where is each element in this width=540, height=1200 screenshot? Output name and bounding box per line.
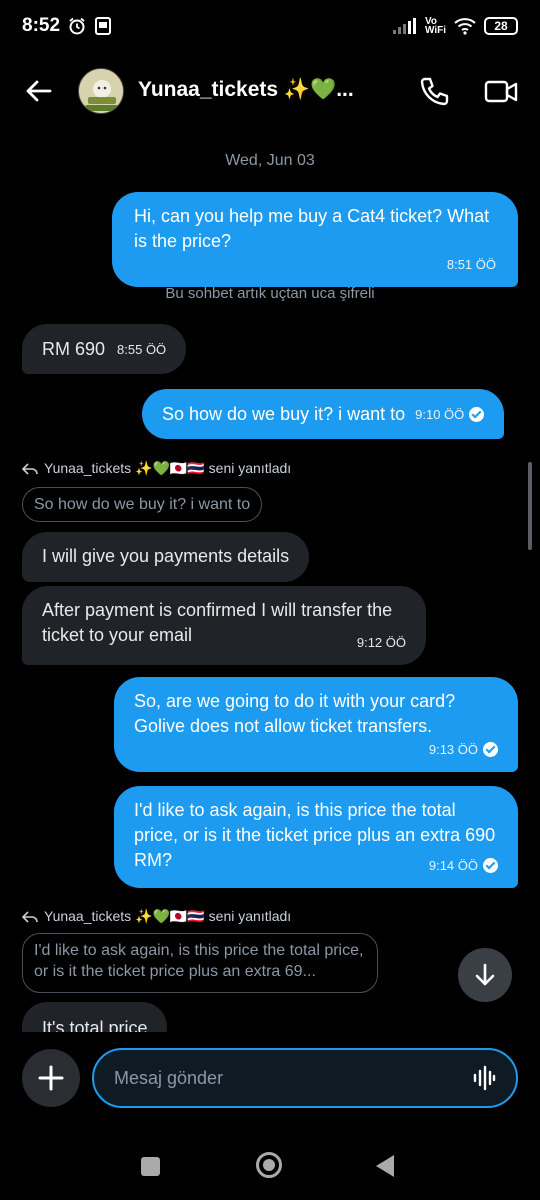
message-text: It's total price xyxy=(42,1018,148,1032)
message-time: 8:55 ÖÖ xyxy=(117,341,167,357)
battery-icon: 28 xyxy=(484,17,518,35)
recents-button[interactable] xyxy=(141,1157,160,1176)
message-bubble-incoming[interactable]: It's total price xyxy=(22,1002,168,1032)
waveform-icon[interactable] xyxy=(472,1065,496,1091)
message-input-container[interactable] xyxy=(92,1048,518,1108)
reply-arrow-icon xyxy=(22,462,38,475)
message-time: 9:14 ÖÖ xyxy=(428,858,478,873)
back-button[interactable] xyxy=(376,1155,394,1177)
message-time: 9:10 ÖÖ xyxy=(415,406,465,422)
phone-icon[interactable] xyxy=(418,76,450,108)
scroll-to-bottom-button[interactable] xyxy=(458,948,512,1002)
message-bubble-outgoing[interactable]: So, are we going to do it with your card… xyxy=(114,677,518,772)
message-composer xyxy=(0,1046,540,1110)
message-bubble-incoming[interactable]: RM 690 8:55 ÖÖ xyxy=(22,324,187,374)
alarm-icon xyxy=(68,17,86,35)
message-text: Hi, can you help me buy a Cat4 ticket? W… xyxy=(134,206,490,251)
seen-check-icon xyxy=(483,742,498,757)
back-arrow-icon[interactable] xyxy=(22,74,56,108)
message-bubble-outgoing[interactable]: Hi, can you help me buy a Cat4 ticket? W… xyxy=(112,192,518,287)
wifi-icon xyxy=(454,17,476,35)
message-list[interactable]: Wed, Jun 03 Hi, can you help me buy a Ca… xyxy=(0,140,540,1032)
scrollbar[interactable] xyxy=(528,462,532,550)
message-bubble-incoming[interactable]: After payment is confirmed I will transf… xyxy=(22,586,426,665)
status-bar: 8:52 Vo WiFi 28 xyxy=(0,0,540,52)
video-camera-icon[interactable] xyxy=(484,78,518,106)
message-bubble-outgoing[interactable]: So how do we buy it? i want to 9:10 ÖÖ xyxy=(142,389,505,439)
message-time: 9:13 ÖÖ xyxy=(428,742,478,757)
plus-icon xyxy=(38,1065,64,1091)
message-text: So how do we buy it? i want to xyxy=(162,403,406,424)
arrow-down-icon xyxy=(475,963,495,986)
home-button[interactable] xyxy=(256,1152,282,1178)
message-input[interactable] xyxy=(114,1067,472,1089)
status-time: 8:52 xyxy=(22,15,61,36)
system-nav-bar xyxy=(0,1140,540,1192)
date-separator: Wed, Jun 03 xyxy=(225,152,315,169)
reply-header: Yunaa_tickets ✨💚🇯🇵🇹🇭 seni yanıtladı xyxy=(22,908,291,925)
message-time: 8:51 ÖÖ xyxy=(446,257,496,272)
reply-arrow-icon xyxy=(22,910,38,923)
reply-quote[interactable]: So how do we buy it? i want to xyxy=(22,487,263,522)
avatar[interactable] xyxy=(78,68,124,114)
message-bubble-incoming[interactable]: I will give you payments details xyxy=(22,532,310,582)
reply-quote[interactable]: I'd like to ask again, is this price the… xyxy=(22,933,378,993)
notification-icon xyxy=(94,17,112,35)
signal-icon xyxy=(392,18,417,34)
seen-check-icon xyxy=(469,406,485,422)
seen-check-icon xyxy=(483,858,498,873)
message-bubble-outgoing[interactable]: I'd like to ask again, is this price the… xyxy=(114,786,518,888)
conversation-title[interactable]: Yunaa_tickets ✨💚... xyxy=(138,78,354,102)
message-text: RM 690 xyxy=(42,338,106,359)
reply-header: Yunaa_tickets ✨💚🇯🇵🇹🇭 seni yanıtladı xyxy=(22,460,291,477)
message-text: I will give you payments details xyxy=(42,546,290,566)
conversation-header: Yunaa_tickets ✨💚... xyxy=(0,60,540,122)
add-attachment-button[interactable] xyxy=(22,1049,80,1107)
message-time: 9:12 ÖÖ xyxy=(356,635,406,650)
vowifi-indicator: Vo WiFi xyxy=(424,16,446,36)
message-text: So, are we going to do it with your card… xyxy=(134,691,456,736)
encryption-notice: Bu sohbet artık uçtan uca şifreli xyxy=(165,285,375,302)
